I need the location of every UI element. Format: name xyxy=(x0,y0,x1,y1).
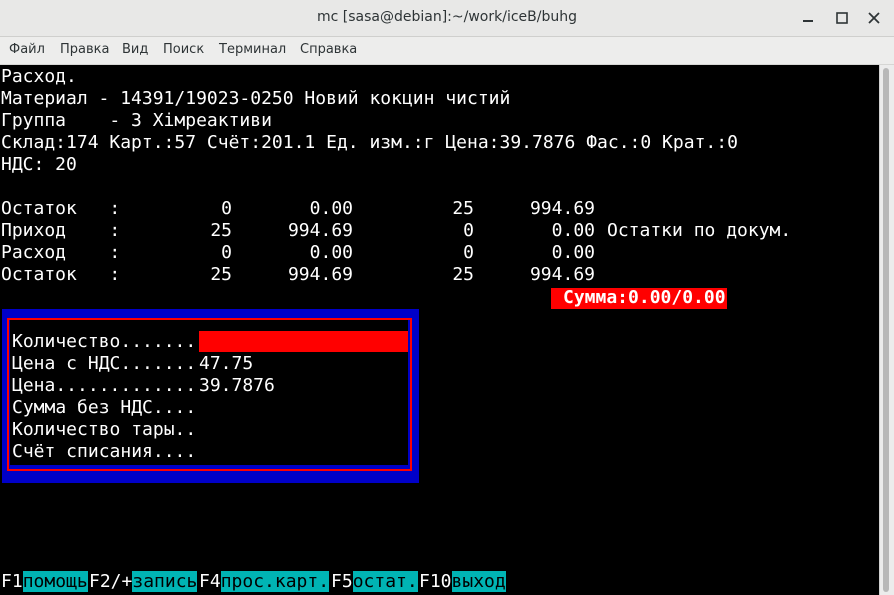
sum-badge-text: Сумма:0.00/0.00 xyxy=(563,287,726,308)
fkey-label: остат. xyxy=(352,571,418,592)
minimize-icon[interactable] xyxy=(798,8,818,28)
menu-help[interactable]: Справка xyxy=(300,42,357,57)
close-icon[interactable] xyxy=(864,8,884,28)
cell-qty-1: 0 xyxy=(221,198,232,219)
price-vat-label: Цена с НДС....... xyxy=(12,353,197,374)
menu-bar: Файл Правка Вид Поиск Терминал Справка xyxy=(0,37,894,65)
fkey-key: F2/+ xyxy=(89,571,133,592)
fkey-key: F4 xyxy=(199,571,221,592)
fkey-view-card[interactable]: F4прос.карт. xyxy=(199,571,330,593)
menu-view[interactable]: Вид xyxy=(122,42,148,57)
price-vat-value[interactable]: 47.75 xyxy=(199,353,253,375)
cell-sum-1: 0.00 xyxy=(309,198,353,219)
row-label: Расход : xyxy=(1,242,121,263)
cell-qty-2: 0 xyxy=(463,220,474,241)
window-title: mc [sasa@debian]:~/work/iceB/buhg xyxy=(317,9,577,25)
window-titlebar: mc [sasa@debian]:~/work/iceB/buhg xyxy=(0,0,894,37)
group-line: Группа - 3 Хімреактиви xyxy=(1,110,272,131)
terminal-scrollbar[interactable] xyxy=(879,65,894,595)
fkey-label: выход xyxy=(451,571,506,592)
fkey-save[interactable]: F2/+запись xyxy=(89,571,198,593)
cell-sum-2: 0.00 xyxy=(551,242,595,263)
scrollbar-thumb[interactable] xyxy=(883,68,889,592)
fkey-help[interactable]: F1помощь xyxy=(1,571,88,593)
cell-qty-2: 25 xyxy=(452,264,474,285)
cell-sum-2: 0.00 xyxy=(551,220,595,241)
sum-badge: Сумма:0.00/0.00 xyxy=(551,287,727,309)
container-qty-label: Количество тары.. xyxy=(12,419,197,440)
quantity-label: Количество....... xyxy=(12,331,197,352)
row-label: Остаток : xyxy=(1,198,121,219)
doc-type-line: Расход. xyxy=(1,66,77,87)
fkey-label: прос.карт. xyxy=(220,571,330,592)
cell-sum-1: 0.00 xyxy=(309,242,353,263)
price-value[interactable]: 39.7876 xyxy=(199,375,275,397)
cell-sum-1: 994.69 xyxy=(287,264,353,285)
fkey-label: запись xyxy=(132,571,198,592)
row-label: Приход : xyxy=(1,220,121,241)
menu-edit[interactable]: Правка xyxy=(60,42,109,57)
cell-sum-2: 994.69 xyxy=(529,198,595,219)
menu-search[interactable]: Поиск xyxy=(163,42,204,57)
cell-qty-2: 25 xyxy=(452,198,474,219)
menu-file[interactable]: Файл xyxy=(9,42,45,57)
sum-no-vat-label: Сумма без НДС.... xyxy=(12,397,197,418)
fkey-balance[interactable]: F5остат. xyxy=(331,571,418,593)
fkey-key: F5 xyxy=(331,571,353,592)
warehouse-line: Склад:174 Карт.:57 Счёт:201.1 Ед. изм.:г… xyxy=(1,132,738,153)
vat-line: НДС: 20 xyxy=(1,154,77,175)
fkey-label: помощь xyxy=(22,571,88,592)
price-label: Цена............. xyxy=(12,375,197,396)
cell-qty-1: 0 xyxy=(221,242,232,263)
menu-terminal[interactable]: Терминал xyxy=(219,42,286,57)
fkey-key: F10 xyxy=(419,571,452,592)
fkey-exit[interactable]: F10выход xyxy=(419,571,506,593)
cell-qty-1: 25 xyxy=(210,220,232,241)
writeoff-account-label: Счёт списания.... xyxy=(12,441,197,462)
cell-qty-2: 0 xyxy=(463,242,474,263)
row-label: Остаток : xyxy=(1,264,121,285)
cell-sum-1: 994.69 xyxy=(287,220,353,241)
cell-sum-2: 994.69 xyxy=(529,264,595,285)
cell-qty-1: 25 xyxy=(210,264,232,285)
row-note: Остатки по докум. xyxy=(607,220,792,241)
fkey-key: F1 xyxy=(1,571,23,592)
maximize-icon[interactable] xyxy=(832,8,852,28)
quantity-input[interactable] xyxy=(199,331,408,352)
material-line: Материал - 14391/19023-0250 Новий кокцин… xyxy=(1,88,511,109)
